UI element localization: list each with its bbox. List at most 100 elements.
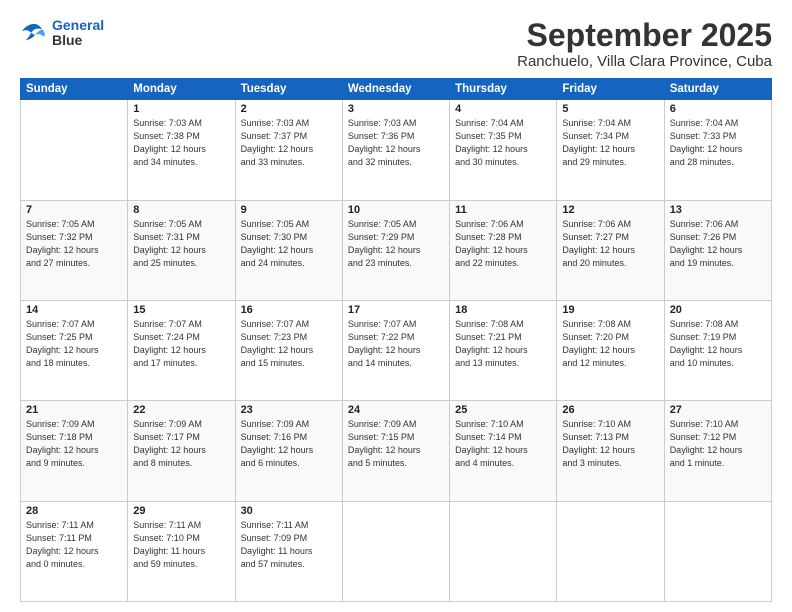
subtitle: Ranchuelo, Villa Clara Province, Cuba xyxy=(517,53,772,70)
calendar-cell: 10Sunrise: 7:05 AM Sunset: 7:29 PM Dayli… xyxy=(342,200,449,300)
calendar-cell: 6 Sunrise: 7:04 AM Sunset: 7:33 PM Daylig… xyxy=(664,100,771,200)
weekday-header-friday: Friday xyxy=(557,79,664,100)
weekday-header-monday: Monday xyxy=(128,79,235,100)
calendar-cell xyxy=(450,501,557,601)
day-info: Sunrise: 7:06 AM Sunset: 7:28 PM Dayligh… xyxy=(455,218,551,270)
day-info: Sunrise: 7:09 AM Sunset: 7:17 PM Dayligh… xyxy=(133,418,229,470)
day-info: Sunrise: 7:03 AM Sunset: 7:36 PM Dayligh… xyxy=(348,117,444,169)
logo-text: General Blue xyxy=(52,18,104,49)
day-info: Sunrise: 7:07 AM Sunset: 7:23 PM Dayligh… xyxy=(241,318,337,370)
day-info: Sunrise: 7:06 AM Sunset: 7:26 PM Dayligh… xyxy=(670,218,766,270)
calendar-cell: 18Sunrise: 7:08 AM Sunset: 7:21 PM Dayli… xyxy=(450,300,557,400)
logo: General Blue xyxy=(20,18,104,49)
weekday-header-tuesday: Tuesday xyxy=(235,79,342,100)
day-number: 3 xyxy=(348,103,444,115)
week-row-5: 28Sunrise: 7:11 AM Sunset: 7:11 PM Dayli… xyxy=(21,501,772,601)
calendar-cell xyxy=(342,501,449,601)
day-number: 5 xyxy=(562,103,658,115)
day-number: 27 xyxy=(670,404,766,416)
day-number: 29 xyxy=(133,505,229,517)
day-info: Sunrise: 7:04 AM Sunset: 7:33 PM Dayligh… xyxy=(670,117,766,169)
calendar-cell: 19Sunrise: 7:08 AM Sunset: 7:20 PM Dayli… xyxy=(557,300,664,400)
day-info: Sunrise: 7:10 AM Sunset: 7:14 PM Dayligh… xyxy=(455,418,551,470)
day-info: Sunrise: 7:11 AM Sunset: 7:09 PM Dayligh… xyxy=(241,519,337,571)
page: General Blue September 2025 Ranchuelo, V… xyxy=(0,0,792,612)
calendar-cell xyxy=(557,501,664,601)
calendar-cell: 29 Sunrise: 7:11 AM Sunset: 7:10 PM Dayli… xyxy=(128,501,235,601)
calendar-cell: 5 Sunrise: 7:04 AM Sunset: 7:34 PM Daylig… xyxy=(557,100,664,200)
week-row-1: 1 Sunrise: 7:03 AM Sunset: 7:38 PM Daylig… xyxy=(21,100,772,200)
day-number: 11 xyxy=(455,204,551,216)
day-number: 20 xyxy=(670,304,766,316)
day-info: Sunrise: 7:05 AM Sunset: 7:31 PM Dayligh… xyxy=(133,218,229,270)
weekday-header-wednesday: Wednesday xyxy=(342,79,449,100)
day-info: Sunrise: 7:07 AM Sunset: 7:25 PM Dayligh… xyxy=(26,318,122,370)
day-info: Sunrise: 7:08 AM Sunset: 7:19 PM Dayligh… xyxy=(670,318,766,370)
calendar-cell: 26 Sunrise: 7:10 AM Sunset: 7:13 PM Dayli… xyxy=(557,401,664,501)
calendar-cell: 12 Sunrise: 7:06 AM Sunset: 7:27 PM Dayli… xyxy=(557,200,664,300)
day-info: Sunrise: 7:05 AM Sunset: 7:32 PM Dayligh… xyxy=(26,218,122,270)
day-number: 30 xyxy=(241,505,337,517)
calendar-cell xyxy=(21,100,128,200)
day-number: 15 xyxy=(133,304,229,316)
day-info: Sunrise: 7:10 AM Sunset: 7:13 PM Dayligh… xyxy=(562,418,658,470)
calendar-cell: 30 Sunrise: 7:11 AM Sunset: 7:09 PM Dayli… xyxy=(235,501,342,601)
calendar-cell: 15Sunrise: 7:07 AM Sunset: 7:24 PM Dayli… xyxy=(128,300,235,400)
calendar-cell: 17Sunrise: 7:07 AM Sunset: 7:22 PM Dayli… xyxy=(342,300,449,400)
day-number: 13 xyxy=(670,204,766,216)
weekday-header-saturday: Saturday xyxy=(664,79,771,100)
week-row-2: 7Sunrise: 7:05 AM Sunset: 7:32 PM Daylig… xyxy=(21,200,772,300)
month-title: September 2025 xyxy=(517,18,772,53)
day-number: 8 xyxy=(133,204,229,216)
day-number: 21 xyxy=(26,404,122,416)
calendar-cell: 7Sunrise: 7:05 AM Sunset: 7:32 PM Daylig… xyxy=(21,200,128,300)
day-info: Sunrise: 7:08 AM Sunset: 7:21 PM Dayligh… xyxy=(455,318,551,370)
day-number: 12 xyxy=(562,204,658,216)
title-block: September 2025 Ranchuelo, Villa Clara Pr… xyxy=(517,18,772,70)
day-info: Sunrise: 7:04 AM Sunset: 7:34 PM Dayligh… xyxy=(562,117,658,169)
header: General Blue September 2025 Ranchuelo, V… xyxy=(20,18,772,70)
week-row-3: 14 Sunrise: 7:07 AM Sunset: 7:25 PM Dayli… xyxy=(21,300,772,400)
calendar-cell xyxy=(664,501,771,601)
weekday-header-row: SundayMondayTuesdayWednesdayThursdayFrid… xyxy=(21,79,772,100)
calendar-cell: 3 Sunrise: 7:03 AM Sunset: 7:36 PM Daylig… xyxy=(342,100,449,200)
calendar-cell: 11 Sunrise: 7:06 AM Sunset: 7:28 PM Dayli… xyxy=(450,200,557,300)
day-number: 4 xyxy=(455,103,551,115)
calendar-cell: 24Sunrise: 7:09 AM Sunset: 7:15 PM Dayli… xyxy=(342,401,449,501)
day-number: 23 xyxy=(241,404,337,416)
calendar-cell: 8 Sunrise: 7:05 AM Sunset: 7:31 PM Daylig… xyxy=(128,200,235,300)
calendar-cell: 9 Sunrise: 7:05 AM Sunset: 7:30 PM Daylig… xyxy=(235,200,342,300)
calendar-cell: 2 Sunrise: 7:03 AM Sunset: 7:37 PM Daylig… xyxy=(235,100,342,200)
day-info: Sunrise: 7:03 AM Sunset: 7:38 PM Dayligh… xyxy=(133,117,229,169)
day-info: Sunrise: 7:03 AM Sunset: 7:37 PM Dayligh… xyxy=(241,117,337,169)
day-info: Sunrise: 7:09 AM Sunset: 7:15 PM Dayligh… xyxy=(348,418,444,470)
day-info: Sunrise: 7:04 AM Sunset: 7:35 PM Dayligh… xyxy=(455,117,551,169)
weekday-header-thursday: Thursday xyxy=(450,79,557,100)
calendar-cell: 21Sunrise: 7:09 AM Sunset: 7:18 PM Dayli… xyxy=(21,401,128,501)
logo-line1: General xyxy=(52,17,104,33)
logo-line2: Blue xyxy=(52,33,104,48)
calendar-cell: 25 Sunrise: 7:10 AM Sunset: 7:14 PM Dayli… xyxy=(450,401,557,501)
day-number: 2 xyxy=(241,103,337,115)
calendar-table: SundayMondayTuesdayWednesdayThursdayFrid… xyxy=(20,78,772,602)
day-number: 14 xyxy=(26,304,122,316)
day-info: Sunrise: 7:06 AM Sunset: 7:27 PM Dayligh… xyxy=(562,218,658,270)
day-number: 6 xyxy=(670,103,766,115)
calendar-cell: 13 Sunrise: 7:06 AM Sunset: 7:26 PM Dayli… xyxy=(664,200,771,300)
day-number: 1 xyxy=(133,103,229,115)
day-info: Sunrise: 7:05 AM Sunset: 7:30 PM Dayligh… xyxy=(241,218,337,270)
calendar-cell: 1 Sunrise: 7:03 AM Sunset: 7:38 PM Daylig… xyxy=(128,100,235,200)
week-row-4: 21Sunrise: 7:09 AM Sunset: 7:18 PM Dayli… xyxy=(21,401,772,501)
calendar-cell: 22 Sunrise: 7:09 AM Sunset: 7:17 PM Dayli… xyxy=(128,401,235,501)
day-number: 26 xyxy=(562,404,658,416)
day-info: Sunrise: 7:11 AM Sunset: 7:10 PM Dayligh… xyxy=(133,519,229,571)
weekday-header-sunday: Sunday xyxy=(21,79,128,100)
calendar-cell: 28Sunrise: 7:11 AM Sunset: 7:11 PM Dayli… xyxy=(21,501,128,601)
day-number: 9 xyxy=(241,204,337,216)
day-number: 19 xyxy=(562,304,658,316)
day-number: 22 xyxy=(133,404,229,416)
day-info: Sunrise: 7:09 AM Sunset: 7:16 PM Dayligh… xyxy=(241,418,337,470)
logo-icon xyxy=(20,22,48,44)
day-number: 25 xyxy=(455,404,551,416)
day-info: Sunrise: 7:11 AM Sunset: 7:11 PM Dayligh… xyxy=(26,519,122,571)
